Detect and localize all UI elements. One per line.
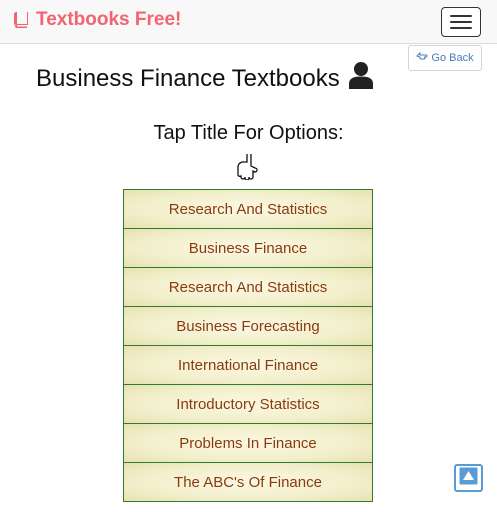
- hand-pointing-left-icon: [416, 51, 428, 65]
- hamburger-icon-line: [450, 15, 472, 17]
- navbar: Textbooks Free!: [0, 0, 497, 44]
- book-title: Problems In Finance: [179, 434, 317, 452]
- hand-pointing-down-icon: [236, 152, 260, 185]
- book-list-item[interactable]: The ABC's Of Finance: [123, 462, 373, 502]
- menu-toggle-button[interactable]: [441, 7, 481, 37]
- user-icon: [348, 61, 374, 96]
- subtitle: Tap Title For Options:: [153, 122, 344, 144]
- book-title: Introductory Statistics: [176, 395, 320, 413]
- hamburger-icon-line: [450, 27, 472, 29]
- book-title: Research And Statistics: [168, 200, 328, 218]
- scroll-to-top-button[interactable]: [454, 464, 483, 492]
- page-title-text: Business Finance Textbooks: [36, 64, 340, 92]
- book-title: Business Forecasting: [176, 317, 320, 335]
- page: Textbooks Free! Go Back Business Finance…: [0, 0, 497, 512]
- book-list-item[interactable]: Research And Statistics: [123, 267, 373, 307]
- book-list-item[interactable]: Business Forecasting: [123, 306, 373, 346]
- page-title: Business Finance Textbooks: [36, 61, 374, 96]
- book-title: International Finance: [177, 356, 319, 374]
- book-list-item[interactable]: Research And Statistics: [123, 189, 373, 229]
- arrow-up-icon: [459, 467, 478, 490]
- book-list: Research And Statistics Business Finance R…: [123, 189, 373, 502]
- go-back-button[interactable]: Go Back: [408, 45, 482, 71]
- brand-label: Textbooks Free!: [36, 9, 182, 30]
- book-title: Business Finance: [188, 239, 308, 257]
- book-list-item[interactable]: Problems In Finance: [123, 423, 373, 463]
- go-back-label: Go Back: [431, 52, 474, 64]
- book-list-item[interactable]: Business Finance: [123, 228, 373, 268]
- book-list-item[interactable]: International Finance: [123, 345, 373, 385]
- book-title: The ABC's Of Finance: [174, 473, 322, 491]
- brand-link[interactable]: Textbooks Free!: [12, 9, 181, 31]
- book-list-item[interactable]: Introductory Statistics: [123, 384, 373, 424]
- book-icon: [12, 11, 30, 29]
- hamburger-icon-line: [450, 21, 472, 23]
- book-title: Research And Statistics: [168, 278, 328, 296]
